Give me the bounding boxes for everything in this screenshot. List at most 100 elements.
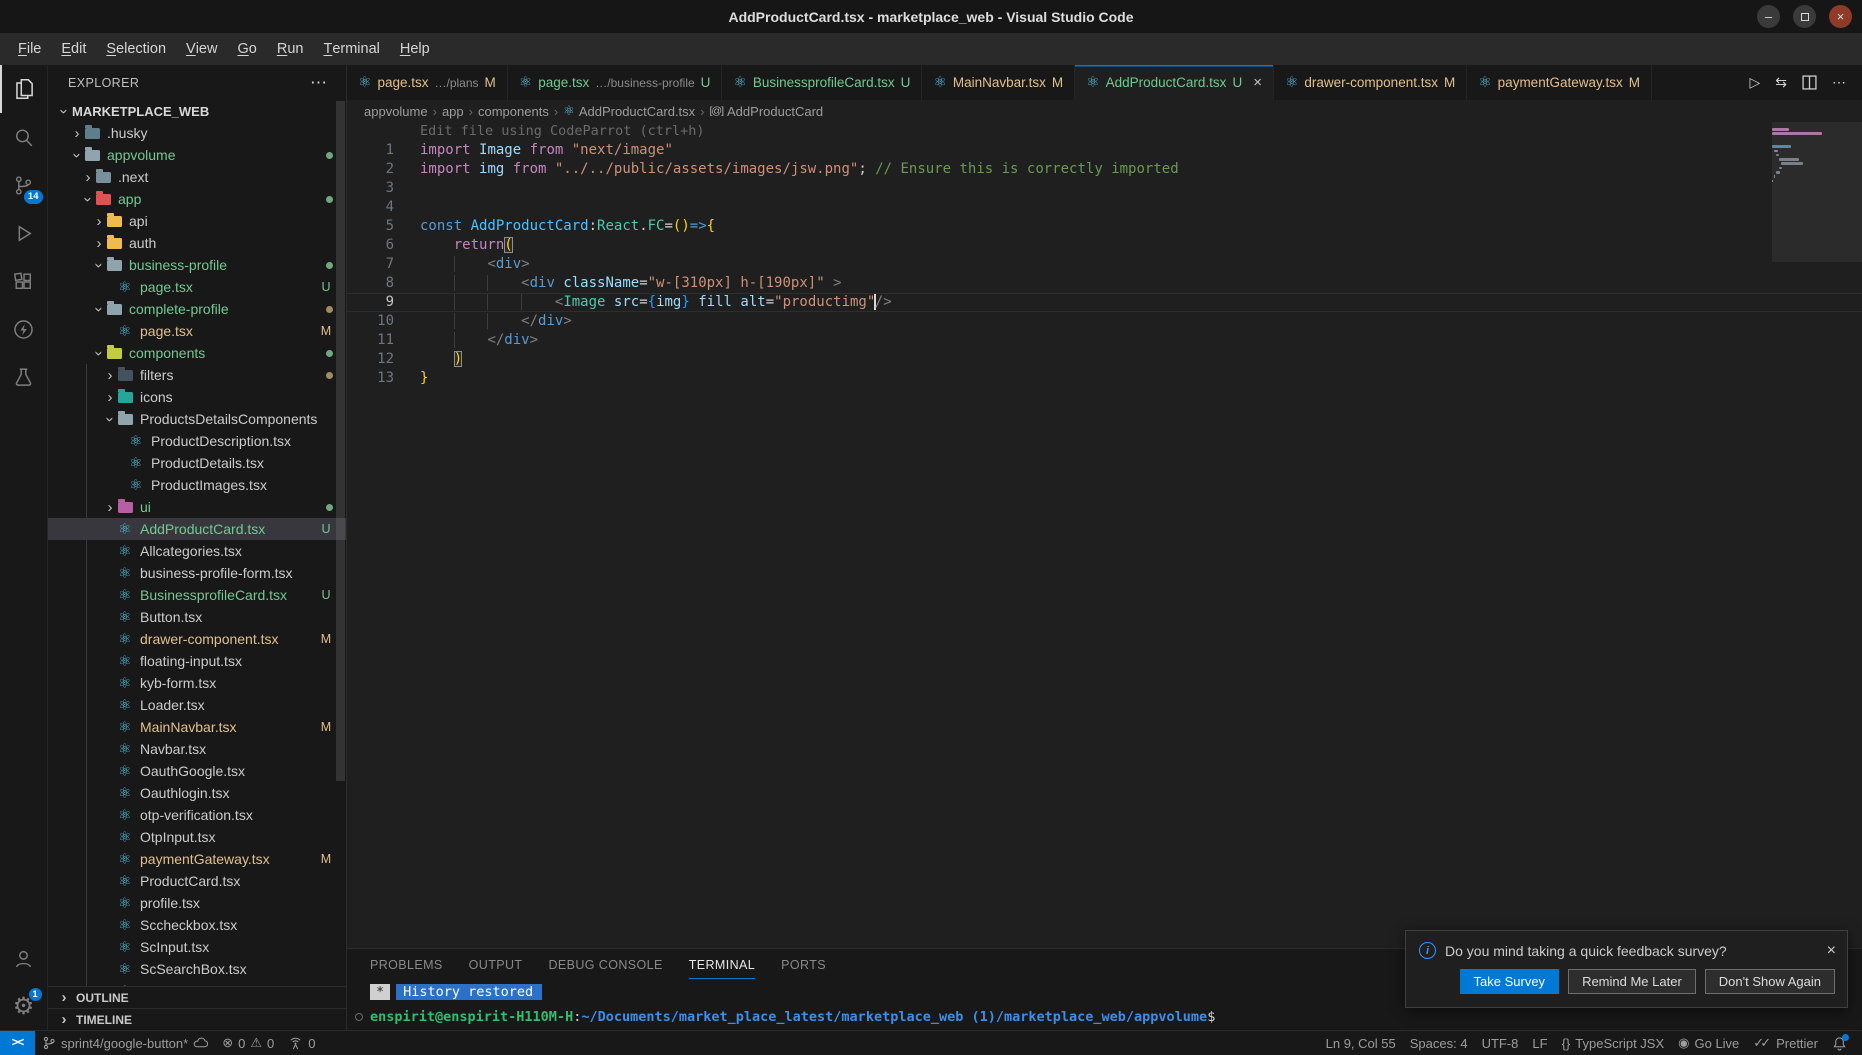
- code-line[interactable]: 3: [347, 179, 1862, 198]
- tree-item[interactable]: ⚛Allcategories.tsx: [48, 540, 346, 562]
- tree-item[interactable]: ›components: [48, 342, 346, 364]
- tree-item[interactable]: ⚛OtpInput.tsx: [48, 826, 346, 848]
- tree-item[interactable]: ⚛page.tsxU: [48, 276, 346, 298]
- run-debug-tab-icon[interactable]: [0, 209, 48, 257]
- remind-me-later-button[interactable]: Remind Me Later: [1568, 969, 1696, 994]
- tree-item[interactable]: ⚛business-profile-form.tsx: [48, 562, 346, 584]
- source-control-tab-icon[interactable]: 14: [0, 161, 48, 209]
- code-line[interactable]: 2import img from "../../public/assets/im…: [347, 160, 1862, 179]
- tree-item[interactable]: ⚛paymentGateway.tsxM: [48, 848, 346, 870]
- line-number[interactable]: 10: [347, 312, 394, 331]
- line-number[interactable]: 13: [347, 369, 394, 388]
- tree-item[interactable]: ⚛Navbar.tsx: [48, 738, 346, 760]
- minimize-button[interactable]: –: [1757, 5, 1780, 28]
- code-line[interactable]: 6 return(: [347, 236, 1862, 255]
- editor-tab[interactable]: ⚛BusinessprofileCard.tsxU: [722, 65, 922, 100]
- menu-item-view[interactable]: View: [176, 33, 227, 65]
- notification-close-icon[interactable]: ×: [1827, 943, 1836, 959]
- panel-tab-problems[interactable]: PROBLEMS: [370, 958, 443, 979]
- line-number[interactable]: 2: [347, 160, 394, 179]
- breadcrumb-item[interactable]: components: [478, 104, 549, 119]
- sidebar-scrollbar[interactable]: [336, 101, 345, 781]
- terminal-prompt[interactable]: enspirit@enspirit-H110M-H:~/Documents/ma…: [370, 1009, 1862, 1025]
- cursor-position[interactable]: Ln 9, Col 55: [1319, 1036, 1403, 1051]
- tree-item[interactable]: ›ui: [48, 496, 346, 518]
- panel-tab-debug-console[interactable]: DEBUG CONSOLE: [548, 958, 662, 979]
- tree-item[interactable]: ›ProductsDetailsComponents: [48, 408, 346, 430]
- settings-icon[interactable]: ⚙ 1: [0, 982, 48, 1030]
- tree-item[interactable]: ⚛: [48, 980, 346, 986]
- line-number[interactable]: 9: [347, 293, 394, 312]
- line-number[interactable]: 4: [347, 198, 394, 217]
- timeline-section[interactable]: › TIMELINE: [48, 1008, 346, 1030]
- remote-indicator[interactable]: ><: [0, 1031, 35, 1055]
- editor-tab[interactable]: ⚛page.tsx…/plansM: [347, 65, 508, 100]
- tree-item[interactable]: ⚛Button.tsx: [48, 606, 346, 628]
- tree-item[interactable]: ⚛OauthGoogle.tsx: [48, 760, 346, 782]
- menu-item-run[interactable]: Run: [267, 33, 314, 65]
- formatter-status[interactable]: ✓✓Prettier: [1746, 1035, 1825, 1051]
- extensions-tab-icon[interactable]: [0, 257, 48, 305]
- panel-tab-terminal[interactable]: TERMINAL: [689, 958, 755, 979]
- tree-item[interactable]: ⚛ProductDetails.tsx: [48, 452, 346, 474]
- tree-item[interactable]: ⚛otp-verification.tsx: [48, 804, 346, 826]
- tree-item[interactable]: ⚛ProductImages.tsx: [48, 474, 346, 496]
- code-line[interactable]: 1import Image from "next/image": [347, 141, 1862, 160]
- minimap-slider[interactable]: [1772, 122, 1862, 262]
- line-number[interactable]: 8: [347, 274, 394, 293]
- menu-item-terminal[interactable]: Terminal: [313, 33, 389, 65]
- editor-tab[interactable]: ⚛AddProductCard.tsxU×: [1075, 65, 1274, 100]
- tree-item[interactable]: ›icons: [48, 386, 346, 408]
- editor-tab[interactable]: ⚛page.tsx…/business-profileU: [508, 65, 723, 100]
- run-button[interactable]: ▷: [1749, 74, 1760, 91]
- language-mode[interactable]: {}TypeScript JSX: [1555, 1036, 1672, 1051]
- compare-changes-button[interactable]: ⇆: [1775, 74, 1787, 91]
- close-button[interactable]: ×: [1829, 5, 1852, 28]
- tree-item[interactable]: ⚛Sccheckbox.tsx: [48, 914, 346, 936]
- line-number[interactable]: 5: [347, 217, 394, 236]
- go-live-button[interactable]: ◉Go Live: [1671, 1035, 1746, 1051]
- tree-item[interactable]: ⚛floating-input.tsx: [48, 650, 346, 672]
- eol-sequence[interactable]: LF: [1525, 1036, 1554, 1051]
- thunder-client-tab-icon[interactable]: [0, 305, 48, 353]
- tree-item[interactable]: ›auth: [48, 232, 346, 254]
- tree-item[interactable]: ›filters: [48, 364, 346, 386]
- tree-item[interactable]: ⚛BusinessprofileCard.tsxU: [48, 584, 346, 606]
- problems-status-item[interactable]: ⊗ 0 ⚠ 0: [215, 1031, 281, 1055]
- code-line[interactable]: 10 </div>: [347, 312, 1862, 331]
- tree-item[interactable]: ›appvolume: [48, 144, 346, 166]
- branch-status-item[interactable]: sprint4/google-button*: [35, 1031, 215, 1055]
- tree-item[interactable]: ⚛ProductCard.tsx: [48, 870, 346, 892]
- tree-item[interactable]: ›MARKETPLACE_WEB: [48, 100, 346, 122]
- code-line[interactable]: 9 <Image src={img} fill alt="productimg"…: [347, 293, 1862, 312]
- tree-item[interactable]: ⚛drawer-component.tsxM: [48, 628, 346, 650]
- tree-item[interactable]: ⚛ScSearchBox.tsx: [48, 958, 346, 980]
- breadcrumb-item[interactable]: [@]AddProductCard: [710, 104, 824, 119]
- code-line[interactable]: 5const AddProductCard:React.FC=()=>{: [347, 217, 1862, 236]
- breadcrumb-item[interactable]: app: [442, 104, 464, 119]
- menu-item-edit[interactable]: Edit: [51, 33, 96, 65]
- dont-show-again-button[interactable]: Don't Show Again: [1705, 969, 1835, 994]
- tree-item[interactable]: ⚛Loader.tsx: [48, 694, 346, 716]
- tree-item[interactable]: ⚛profile.tsx: [48, 892, 346, 914]
- encoding[interactable]: UTF-8: [1475, 1036, 1526, 1051]
- menu-item-help[interactable]: Help: [390, 33, 440, 65]
- maximize-button[interactable]: [1793, 5, 1816, 28]
- code-line[interactable]: 12 ): [347, 350, 1862, 369]
- editor-tab[interactable]: ⚛paymentGateway.tsxM: [1467, 65, 1652, 100]
- tree-item[interactable]: ›.husky: [48, 122, 346, 144]
- split-editor-button[interactable]: [1802, 75, 1817, 90]
- line-number[interactable]: 12: [347, 350, 394, 369]
- code-line[interactable]: 4: [347, 198, 1862, 217]
- line-number[interactable]: 3: [347, 179, 394, 198]
- tree-item[interactable]: ›business-profile: [48, 254, 346, 276]
- code-line[interactable]: 13}: [347, 369, 1862, 388]
- editor-tab[interactable]: ⚛MainNavbar.tsxM: [922, 65, 1075, 100]
- outline-section[interactable]: › OUTLINE: [48, 986, 346, 1008]
- close-icon[interactable]: ×: [1253, 75, 1262, 90]
- accounts-icon[interactable]: [0, 934, 48, 982]
- editor-pane[interactable]: Edit file using CodeParrot (ctrl+h)1impo…: [347, 122, 1862, 948]
- tree-item[interactable]: ⚛page.tsxM: [48, 320, 346, 342]
- breadcrumb-item[interactable]: ⚛AddProductCard.tsx: [563, 104, 695, 119]
- menu-item-selection[interactable]: Selection: [96, 33, 176, 65]
